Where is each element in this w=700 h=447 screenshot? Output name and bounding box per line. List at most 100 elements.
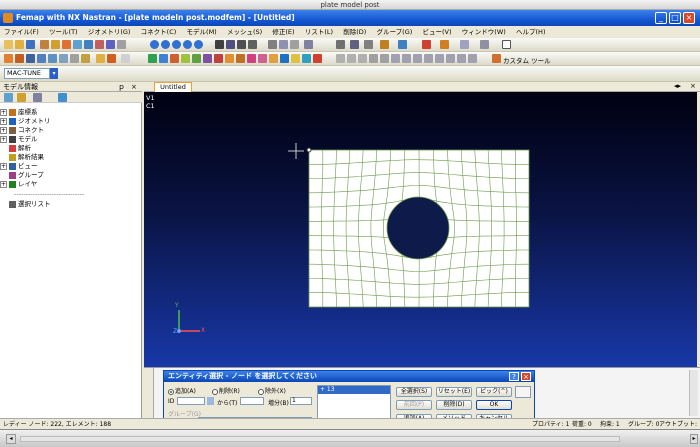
bottom-scrollbar[interactable]: ◂ ▸: [0, 429, 700, 447]
filter-icon[interactable]: [480, 40, 489, 49]
list-item[interactable]: + 13: [318, 386, 390, 394]
circle-icon[interactable]: [413, 54, 422, 63]
menu-model[interactable]: モデル(M): [183, 26, 221, 38]
select-all-button[interactable]: 全選択(S): [396, 387, 432, 397]
model-info-toggle-icon[interactable]: [4, 54, 13, 63]
tab-untitled[interactable]: Untitled: [154, 82, 192, 92]
radio-delete-indicator[interactable]: [212, 388, 218, 395]
delete-button[interactable]: 削除(D): [436, 400, 472, 410]
results-icon[interactable]: [107, 54, 116, 63]
view-pan-up-icon[interactable]: [172, 40, 181, 49]
autoscale-icon[interactable]: [215, 40, 224, 49]
tree-folder-icon[interactable]: [17, 93, 26, 102]
view-select-icon[interactable]: [350, 40, 359, 49]
bracket-2-icon[interactable]: [402, 54, 411, 63]
cut-icon[interactable]: [62, 40, 71, 49]
export-icon[interactable]: [51, 40, 60, 49]
property-icon[interactable]: [170, 54, 179, 63]
close-button[interactable]: ×: [683, 12, 695, 24]
radio-add-indicator[interactable]: [168, 388, 174, 395]
tree-item-groups[interactable]: グループ: [9, 171, 44, 180]
copy-icon[interactable]: [73, 40, 82, 49]
bar-icon[interactable]: [468, 54, 477, 63]
redo-icon[interactable]: [106, 40, 115, 49]
table-icon[interactable]: [380, 54, 389, 63]
view-options-icon[interactable]: [364, 40, 373, 49]
custom-tools-label[interactable]: カスタム ツール: [503, 55, 551, 65]
tab-close-icon[interactable]: ×: [690, 82, 696, 90]
zoom-icon[interactable]: [226, 40, 235, 49]
reset-button[interactable]: リセット(E): [436, 387, 472, 397]
menu-connect[interactable]: コネクト(C): [137, 26, 181, 38]
color-swatch-icon[interactable]: [502, 40, 511, 49]
load-icon[interactable]: [192, 54, 201, 63]
workplane-icon[interactable]: [398, 40, 407, 49]
radio-exclude[interactable]: 除外(X): [258, 386, 286, 395]
connection-icon[interactable]: [280, 54, 289, 63]
zoom-window-icon[interactable]: [268, 40, 277, 49]
solid-icon[interactable]: [258, 54, 267, 63]
graph-icon[interactable]: [457, 54, 466, 63]
zoom-in-icon[interactable]: [279, 40, 288, 49]
meshing-toolbox-icon[interactable]: [15, 54, 24, 63]
new-file-icon[interactable]: [4, 40, 13, 49]
postprocessing-toolbox-icon[interactable]: [26, 54, 35, 63]
print-icon[interactable]: [117, 40, 126, 49]
group-icon[interactable]: [313, 54, 322, 63]
menu-geometry[interactable]: ジオメトリ(G): [84, 26, 135, 38]
open-file-icon[interactable]: [15, 40, 24, 49]
grid-icon[interactable]: [369, 54, 378, 63]
save-icon[interactable]: [26, 40, 35, 49]
pick-mode-icon[interactable]: [440, 40, 449, 49]
scroll-track[interactable]: [20, 436, 620, 442]
menu-help[interactable]: ヘルプ(H): [512, 26, 549, 38]
import-icon[interactable]: [40, 40, 49, 49]
menu-file[interactable]: ファイル(F): [0, 26, 43, 38]
close-panel-icon[interactable]: ×: [131, 82, 137, 92]
tree-item-results[interactable]: 解析結果: [9, 153, 44, 162]
view-pan-right-icon[interactable]: [194, 40, 203, 49]
messages-side-tab[interactable]: [144, 368, 154, 418]
circle-2-icon[interactable]: [424, 54, 433, 63]
tree-item-coordinate-systems[interactable]: + 座標系: [0, 108, 38, 117]
tree-show-icon[interactable]: [58, 93, 67, 102]
id-from-field[interactable]: [177, 397, 205, 405]
menu-modify[interactable]: 修正(E): [268, 26, 298, 38]
material-icon[interactable]: [181, 54, 190, 63]
undo-icon[interactable]: [95, 40, 104, 49]
view-rotate-icon[interactable]: [150, 40, 159, 49]
tree-options-icon[interactable]: [33, 93, 42, 102]
chevron-down-icon[interactable]: ▾: [50, 68, 58, 79]
step-field[interactable]: 1: [290, 397, 312, 405]
tree-item-views[interactable]: + ビュー: [0, 162, 38, 171]
minimize-button[interactable]: _: [655, 12, 667, 24]
menu-view[interactable]: ビュー(V): [419, 26, 456, 38]
messages-icon[interactable]: [70, 54, 79, 63]
element-icon[interactable]: [159, 54, 168, 63]
magnify-icon[interactable]: [237, 40, 246, 49]
pick-icon[interactable]: [207, 397, 214, 405]
analysis-manager-icon[interactable]: [96, 54, 105, 63]
graphics-window[interactable]: V1 C1 Y X Z: [144, 92, 697, 367]
menu-group[interactable]: グループ(G): [373, 26, 417, 38]
previous-button[interactable]: 前回(P): [396, 400, 432, 410]
charting-icon[interactable]: [81, 54, 90, 63]
constraint-icon[interactable]: [203, 54, 212, 63]
surface-icon[interactable]: [247, 54, 256, 63]
menu-tools[interactable]: ツール(T): [45, 26, 82, 38]
node-icon[interactable]: [148, 54, 157, 63]
radio-delete[interactable]: 削除(R): [212, 386, 240, 395]
help-icon[interactable]: ?: [509, 372, 519, 381]
fill-icon[interactable]: [435, 54, 444, 63]
plate-mesh-model[interactable]: [144, 92, 697, 367]
contact-icon[interactable]: [214, 54, 223, 63]
tree-item-model[interactable]: + モデル: [0, 135, 38, 144]
align-2-icon[interactable]: [347, 54, 356, 63]
maximize-button[interactable]: □: [669, 12, 681, 24]
menu-mesh[interactable]: メッシュ(S): [223, 26, 266, 38]
point-icon[interactable]: [269, 54, 278, 63]
panel-icon[interactable]: [121, 54, 130, 63]
tree-item-connect[interactable]: + コネクト: [0, 126, 44, 135]
scroll-left-icon[interactable]: ◂: [6, 434, 16, 444]
entity-list-icon[interactable]: [336, 40, 345, 49]
